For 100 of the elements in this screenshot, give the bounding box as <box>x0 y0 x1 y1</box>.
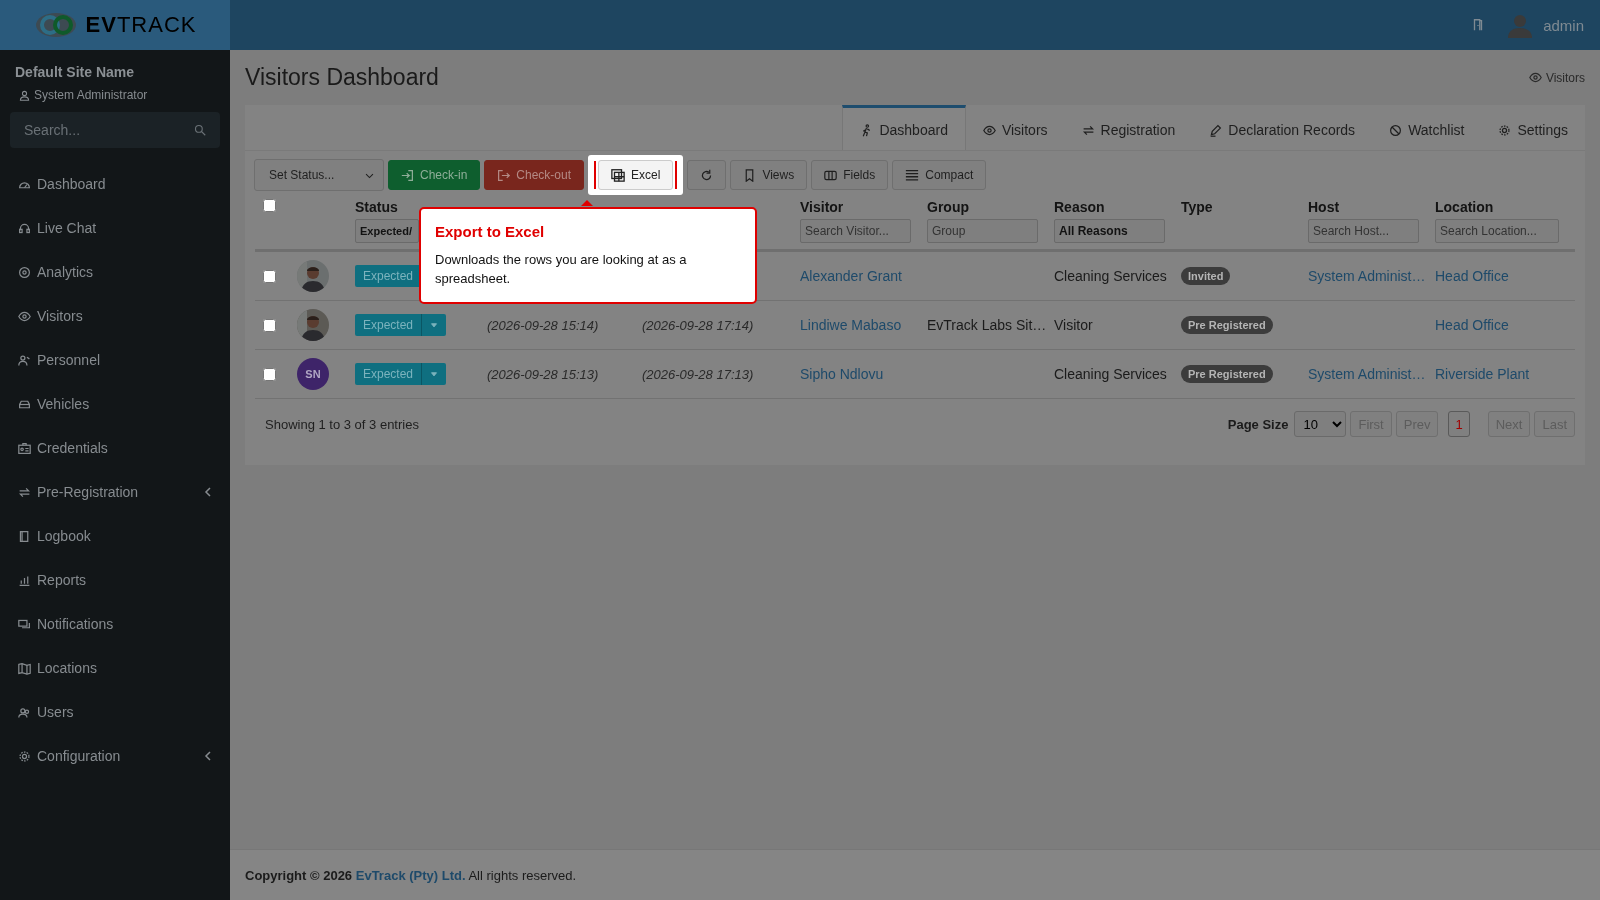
location-link[interactable]: Riverside Plant <box>1435 366 1530 382</box>
visitor-link[interactable]: Sipho Ndlovu <box>800 366 884 382</box>
table-icon <box>611 168 626 182</box>
type-badge: Pre Registered <box>1181 316 1273 334</box>
page-size-select[interactable]: 10 <box>1294 411 1347 437</box>
sidebar-item[interactable]: Vehicles <box>10 382 220 426</box>
entries-summary: Showing 1 to 3 of 3 entries <box>265 416 419 432</box>
column-header[interactable]: Host <box>1308 199 1419 215</box>
check-in-button[interactable]: Check-in <box>388 160 481 190</box>
sidebar-item[interactable]: Logbook <box>10 514 220 558</box>
visitor-link[interactable]: Alexander Grant <box>800 268 902 284</box>
excel-button[interactable]: Excel <box>598 160 674 190</box>
tab[interactable]: Visitors <box>965 105 1065 150</box>
column-filter[interactable]: Group <box>927 219 1038 243</box>
caret-icon <box>429 320 440 330</box>
location-link[interactable]: Head Office <box>1435 317 1509 333</box>
tab[interactable]: Watchlist <box>1372 105 1482 150</box>
column-header[interactable]: Location <box>1435 199 1559 215</box>
id-card-icon <box>18 441 31 455</box>
pen-icon <box>1209 123 1223 137</box>
refresh-icon <box>700 168 714 182</box>
tab[interactable]: Registration <box>1064 105 1193 150</box>
views-button[interactable]: Views <box>730 160 808 190</box>
menu-icon <box>905 168 920 182</box>
sidebar-search-field[interactable]: Search... <box>10 112 220 148</box>
fields-button[interactable]: Fields <box>811 160 889 190</box>
eye-icon <box>18 309 31 323</box>
avatar-initials: SN <box>297 358 329 390</box>
select-all-checkbox[interactable] <box>263 199 276 212</box>
eye-icon <box>982 123 996 137</box>
row-checkbox[interactable] <box>263 269 276 283</box>
gear-icon <box>18 749 31 763</box>
sidebar-item[interactable]: Notifications <box>10 602 220 646</box>
search-icon <box>194 124 206 136</box>
sidebar-item[interactable]: Pre-Registration <box>10 470 220 514</box>
column-filter[interactable]: Search Host... <box>1308 219 1419 243</box>
user-role: System Administrator <box>34 88 148 102</box>
page-title: Visitors Dashboard <box>245 64 439 91</box>
chat-icon <box>18 617 31 631</box>
copyright-text: Copyright © 2026 EvTrack (Pty) Ltd. All rights reserved. <box>245 867 577 883</box>
book-icon <box>18 529 31 543</box>
column-filter[interactable]: Search Visitor... <box>800 219 911 243</box>
chart-icon <box>18 573 31 587</box>
sidebar-item[interactable]: Users <box>10 690 220 734</box>
sidebar-item[interactable]: Visitors <box>10 294 220 338</box>
user-icon <box>19 89 30 101</box>
column-header[interactable]: Group <box>927 199 1038 215</box>
check-out-time: (2026-09-28 17:14) <box>642 318 754 333</box>
reason-cell: Cleaning Services <box>1054 366 1167 382</box>
type-badge: Invited <box>1181 267 1231 285</box>
tab[interactable]: Declaration Records <box>1192 105 1373 150</box>
caret-icon <box>429 369 440 379</box>
host-link[interactable]: System Administ… <box>1308 268 1426 284</box>
eye-icon <box>1528 71 1542 84</box>
row-checkbox[interactable] <box>263 367 276 381</box>
target-icon <box>18 265 31 279</box>
tab[interactable]: Dashboard <box>842 105 966 150</box>
tab[interactable]: Settings <box>1481 105 1585 150</box>
headset-icon <box>18 221 31 235</box>
swap-icon <box>18 485 31 499</box>
sidebar-item[interactable]: Reports <box>10 558 220 602</box>
blocked-icon <box>1389 123 1403 137</box>
type-badge: Pre Registered <box>1181 365 1273 383</box>
check-in-time: (2026-09-28 15:14) <box>487 318 599 333</box>
row-checkbox[interactable] <box>263 318 276 332</box>
status-select[interactable]: Set Status... <box>254 159 384 191</box>
check-out-button[interactable]: Check-out <box>484 160 585 190</box>
status-dropdown[interactable]: Expected <box>355 265 422 287</box>
host-link[interactable]: System Administ… <box>1308 366 1426 382</box>
sidebar-item[interactable]: Personnel <box>10 338 220 382</box>
company-link[interactable]: EvTrack (Pty) Ltd. <box>355 867 466 883</box>
status-dropdown[interactable]: Expected <box>355 363 447 385</box>
user-name[interactable]: admin <box>1543 16 1584 34</box>
sidebar-item[interactable]: Dashboard <box>10 162 220 206</box>
reason-cell: Visitor <box>1054 317 1093 333</box>
sidebar-item[interactable]: Live Chat <box>10 206 220 250</box>
column-filter[interactable]: Expected/ <box>355 219 419 243</box>
refresh-button[interactable] <box>687 160 727 190</box>
visitor-link[interactable]: Lindiwe Mabaso <box>800 317 902 333</box>
column-header[interactable]: Reason <box>1054 199 1165 215</box>
brand-logo[interactable]: EVTRACK <box>0 0 230 50</box>
group-cell: EvTrack Labs Sit… <box>927 317 1047 333</box>
sidebar-item[interactable]: Credentials <box>10 426 220 470</box>
column-header[interactable]: Type <box>1181 199 1292 215</box>
people-icon <box>18 353 31 367</box>
site-name: Default Site Name <box>14 64 136 80</box>
users-icon <box>18 705 31 719</box>
breadcrumb-link[interactable]: Visitors <box>1528 70 1585 85</box>
map-icon <box>18 661 31 675</box>
column-filter[interactable]: All Reasons <box>1054 219 1165 243</box>
sidebar-item[interactable]: Locations <box>10 646 220 690</box>
location-link[interactable]: Head Office <box>1435 268 1509 284</box>
sidebar-item[interactable]: Configuration <box>10 734 220 778</box>
gear-icon <box>1498 123 1512 137</box>
column-header[interactable]: Visitor <box>800 199 911 215</box>
compact-button[interactable]: Compact <box>892 160 987 190</box>
swap-icon <box>1081 123 1095 137</box>
status-dropdown[interactable]: Expected <box>355 314 447 336</box>
sidebar-item[interactable]: Analytics <box>10 250 220 294</box>
column-filter[interactable]: Search Location... <box>1435 219 1559 243</box>
